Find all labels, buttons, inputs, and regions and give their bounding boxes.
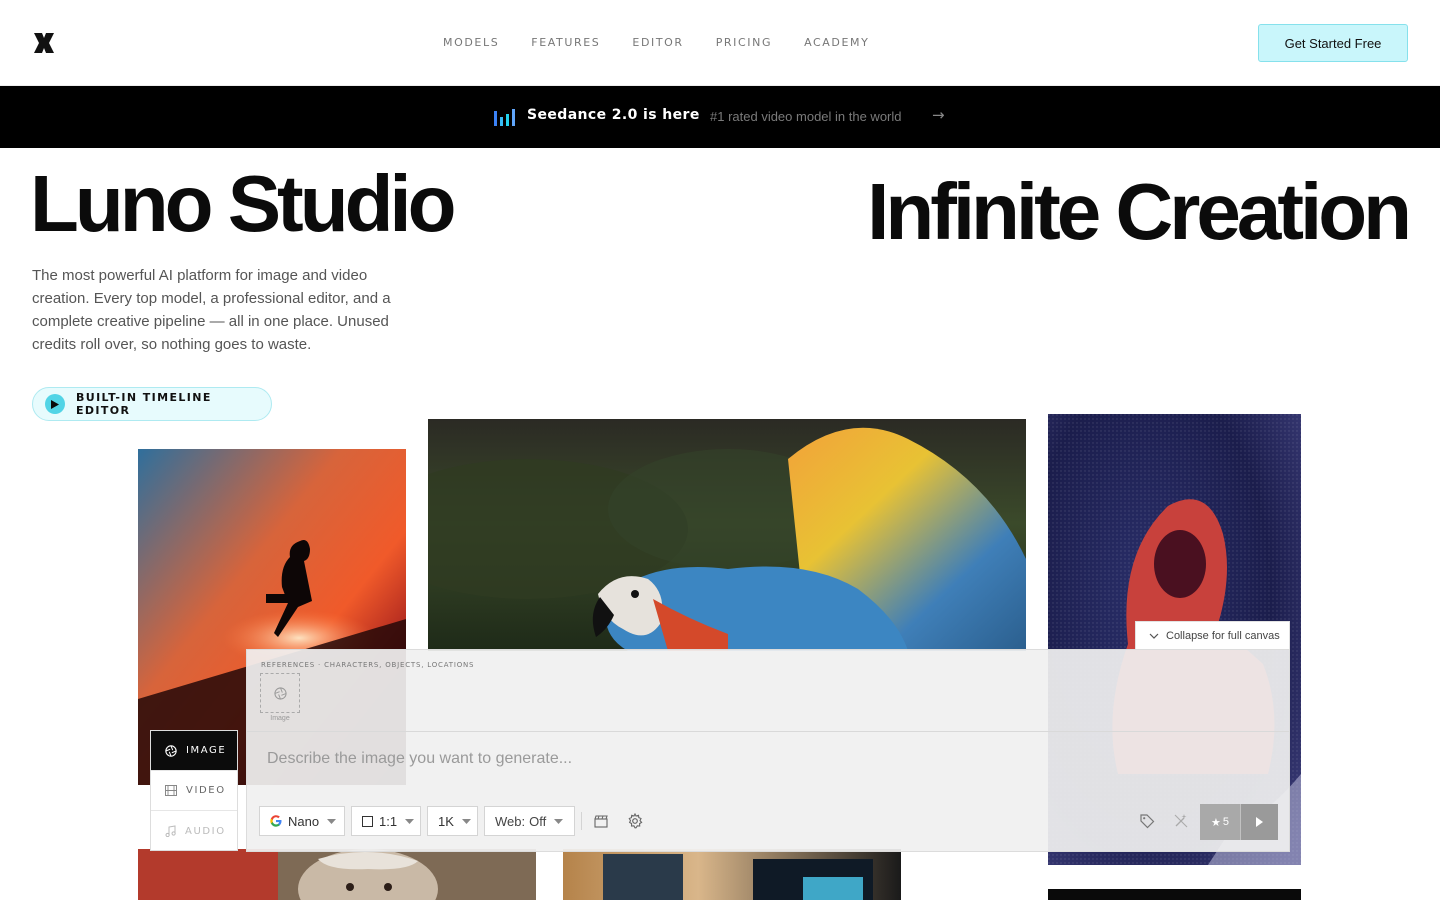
tab-image-label: IMAGE — [186, 745, 227, 756]
pill-label: BUILT-IN TIMELINE EDITOR — [75, 391, 212, 417]
clapperboard-icon[interactable] — [592, 812, 610, 830]
nav-link-editor[interactable]: EDITOR — [632, 36, 683, 49]
banner-subtitle: #1 rated video model in the world — [710, 109, 902, 124]
chevron-down-icon — [327, 818, 337, 824]
collapse-label: Collapse for full canvas — [1166, 629, 1280, 642]
nav-link-pricing[interactable]: PRICING — [716, 36, 772, 49]
credit-value: 5 — [1222, 816, 1229, 828]
bar-chart-icon — [494, 109, 515, 126]
timeline-editor-pill[interactable]: BUILT-IN TIMELINE EDITOR — [32, 387, 272, 421]
play-icon — [1256, 817, 1263, 827]
references-label: REFERENCES · CHARACTERS, OBJECTS, LOCATI… — [261, 661, 475, 669]
luno-logo[interactable] — [33, 32, 55, 54]
square-icon — [362, 815, 373, 827]
nav-links: MODELS FEATURES EDITOR PRICING ACADEMY — [443, 36, 869, 49]
resolution-value: 1K — [438, 813, 454, 829]
nav-link-features[interactable]: FEATURES — [531, 36, 600, 49]
tab-audio-label: AUDIO — [185, 825, 226, 837]
chevron-down-icon — [1149, 633, 1159, 639]
hero-description: The most powerful AI platform for image … — [32, 267, 391, 353]
toolbar-separator — [581, 812, 582, 830]
gallery-image-old-man[interactable] — [138, 849, 536, 900]
model-value: Nano — [288, 813, 320, 829]
prompt-input[interactable] — [267, 748, 1067, 770]
aspect-ratio-select[interactable]: 1:1 — [351, 806, 421, 836]
aperture-icon — [273, 686, 287, 700]
web-label: Web: — [495, 813, 526, 829]
generate-button[interactable] — [1240, 804, 1278, 840]
banner-title[interactable]: Seedance 2.0 is here — [527, 107, 700, 123]
google-icon — [270, 815, 282, 827]
ratio-value: 1:1 — [379, 813, 398, 829]
nav-link-academy[interactable]: ACADEMY — [804, 36, 869, 49]
hero-tagline: Infinite Creation — [867, 167, 1412, 256]
music-note-icon — [165, 825, 176, 837]
chevron-down-icon — [554, 818, 564, 824]
prompt-composer: REFERENCES · CHARACTERS, OBJECTS, LOCATI… — [246, 649, 1290, 852]
collapse-canvas-button[interactable]: Collapse for full canvas — [1135, 621, 1290, 649]
tag-icon[interactable] — [1138, 812, 1156, 830]
tab-video-label: VIDEO — [186, 785, 226, 796]
gallery-image-macaw[interactable] — [428, 419, 1026, 651]
tab-audio[interactable]: AUDIO — [151, 811, 237, 851]
panel-divider — [247, 731, 1289, 732]
page-title: Luno Studio — [30, 159, 457, 248]
magic-wand-off-icon[interactable] — [1172, 812, 1190, 830]
tab-image[interactable]: IMAGE — [151, 731, 237, 771]
generate-group: ★ 5 — [1200, 804, 1278, 840]
gallery-image-car-sunset[interactable] — [563, 849, 901, 900]
film-icon — [165, 785, 177, 796]
chevron-down-icon — [405, 818, 415, 824]
tab-video[interactable]: VIDEO — [151, 771, 237, 811]
reference-caption: Image — [270, 715, 290, 722]
web-search-select[interactable]: Web: Off — [484, 806, 575, 836]
arrow-right-icon[interactable]: → — [932, 106, 945, 124]
get-started-button[interactable]: Get Started Free — [1258, 24, 1408, 62]
model-select[interactable]: Nano — [259, 806, 345, 836]
top-nav: MODELS FEATURES EDITOR PRICING ACADEMY G… — [0, 0, 1440, 86]
play-icon — [45, 394, 65, 414]
resolution-select[interactable]: 1K — [427, 806, 478, 836]
credit-cost: ★ 5 — [1200, 804, 1240, 840]
star-icon: ★ — [1211, 816, 1221, 829]
nav-link-models[interactable]: MODELS — [443, 36, 499, 49]
web-value: Off — [529, 813, 547, 829]
mode-tabs: IMAGE VIDEO AUDIO — [150, 730, 238, 851]
gear-icon[interactable] — [626, 812, 644, 830]
add-reference-button[interactable] — [260, 673, 300, 713]
aperture-icon — [165, 744, 177, 757]
gallery-image-dark[interactable] — [1048, 889, 1301, 900]
chevron-down-icon — [461, 818, 471, 824]
